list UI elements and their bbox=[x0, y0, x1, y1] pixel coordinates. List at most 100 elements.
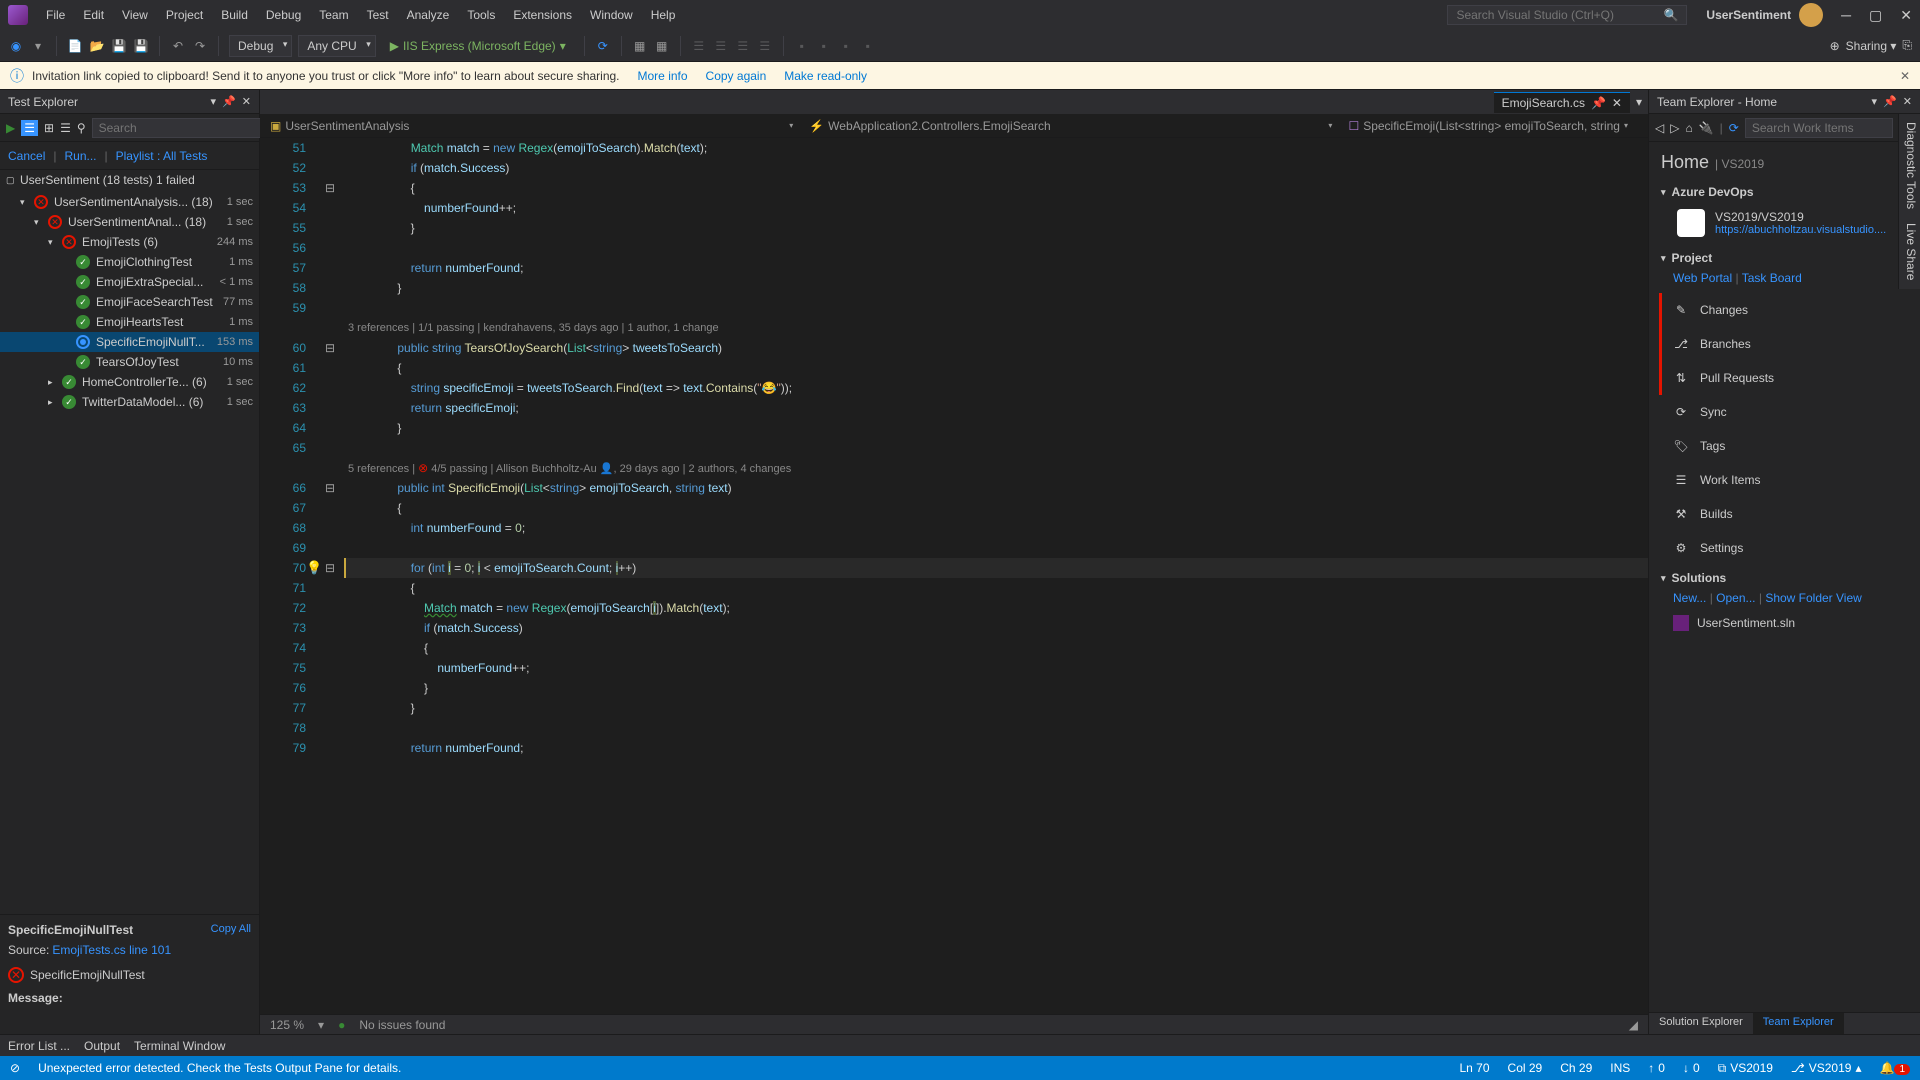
task-board-link[interactable]: Task Board bbox=[1742, 271, 1802, 285]
cancel-link[interactable]: Cancel bbox=[8, 149, 45, 163]
tree-row[interactable]: ✓TearsOfJoyTest10 ms bbox=[0, 352, 259, 372]
solution-file-item[interactable]: UserSentiment.sln bbox=[1649, 611, 1920, 635]
run-button[interactable]: ▶ IIS Express (Microsoft Edge) ▾ bbox=[382, 36, 574, 56]
crumb-member[interactable]: ☐ SpecificEmoji(List<string> emojiToSear… bbox=[1348, 119, 1638, 133]
bottom-tab-terminal[interactable]: Terminal Window bbox=[134, 1039, 225, 1053]
solutions-section[interactable]: Solutions bbox=[1649, 565, 1920, 591]
show-folder-link[interactable]: Show Folder View bbox=[1765, 591, 1862, 605]
action-changes[interactable]: ✎Changes bbox=[1659, 293, 1910, 327]
tree-row[interactable]: ▾✕UserSentimentAnalysis... (18)1 sec bbox=[0, 192, 259, 212]
web-portal-link[interactable]: Web Portal bbox=[1673, 271, 1732, 285]
action-builds[interactable]: ⚒Builds bbox=[1659, 497, 1910, 531]
panel-pin-icon[interactable]: 📌 bbox=[222, 95, 236, 108]
te-refresh-icon[interactable]: ⟳ bbox=[1729, 121, 1739, 135]
quick-search-input[interactable] bbox=[1447, 5, 1687, 25]
panel-dropdown-icon[interactable]: ▾ bbox=[211, 95, 217, 108]
nav-back-icon[interactable]: ◉ bbox=[8, 38, 24, 54]
tree-row[interactable]: ✓EmojiClothingTest1 ms bbox=[0, 252, 259, 272]
redo-icon[interactable]: ↷ bbox=[192, 38, 208, 54]
tab-solution-explorer[interactable]: Solution Explorer bbox=[1649, 1013, 1753, 1034]
te-dropdown-icon[interactable]: ▾ bbox=[1872, 95, 1878, 108]
menu-build[interactable]: Build bbox=[213, 4, 256, 26]
menu-extensions[interactable]: Extensions bbox=[505, 4, 580, 26]
tree-row[interactable]: ✓EmojiFaceSearchTest77 ms bbox=[0, 292, 259, 312]
run-link[interactable]: Run... bbox=[64, 149, 96, 163]
action-work-items[interactable]: ☰Work Items bbox=[1659, 463, 1910, 497]
make-readonly-link[interactable]: Make read-only bbox=[784, 69, 867, 83]
group-by-icon[interactable]: ☰ bbox=[21, 120, 38, 136]
toolbar-icon-2[interactable]: ▦ bbox=[654, 38, 670, 54]
run-all-icon[interactable]: ▶ bbox=[6, 121, 15, 135]
open-file-icon[interactable]: 📂 bbox=[89, 38, 105, 54]
menu-edit[interactable]: Edit bbox=[75, 4, 112, 26]
maximize-button[interactable]: ▢ bbox=[1869, 7, 1882, 24]
source-link[interactable]: EmojiTests.cs line 101 bbox=[52, 943, 171, 957]
open-solution-link[interactable]: Open... bbox=[1716, 591, 1755, 605]
menu-tools[interactable]: Tools bbox=[459, 4, 503, 26]
menu-debug[interactable]: Debug bbox=[258, 4, 309, 26]
tree-row[interactable]: ▾✕EmojiTests (6)244 ms bbox=[0, 232, 259, 252]
action-tags[interactable]: 🏷Tags bbox=[1659, 429, 1910, 463]
menu-test[interactable]: Test bbox=[359, 4, 397, 26]
user-avatar[interactable] bbox=[1799, 3, 1823, 27]
copy-again-link[interactable]: Copy again bbox=[706, 69, 767, 83]
playlist-link[interactable]: Playlist : All Tests bbox=[116, 149, 208, 163]
tab-team-explorer[interactable]: Team Explorer bbox=[1753, 1013, 1844, 1034]
toolbar-icon-a[interactable]: ⊞ bbox=[44, 121, 54, 135]
status-branch[interactable]: ⎇ VS2019 ▴ bbox=[1791, 1061, 1862, 1075]
side-tab-diagnostic[interactable]: Diagnostic Tools bbox=[1901, 122, 1918, 209]
te-close-icon[interactable]: ✕ bbox=[1903, 95, 1912, 108]
close-button[interactable]: ✕ bbox=[1900, 7, 1912, 24]
toolbar-icon-b[interactable]: ☰ bbox=[60, 121, 71, 135]
bottom-tab-errorlist[interactable]: Error List ... bbox=[8, 1039, 70, 1053]
azure-devops-section[interactable]: Azure DevOps bbox=[1649, 179, 1920, 205]
tree-row[interactable]: SpecificEmojiNullT...153 ms bbox=[0, 332, 259, 352]
platform-dropdown[interactable]: Any CPU bbox=[298, 35, 375, 57]
tree-row[interactable]: ✓EmojiExtraSpecial...< 1 ms bbox=[0, 272, 259, 292]
action-settings[interactable]: ⚙Settings bbox=[1659, 531, 1910, 565]
te-home-icon[interactable]: ⌂ bbox=[1685, 121, 1692, 135]
status-notif[interactable]: 🔔1 bbox=[1879, 1061, 1910, 1075]
panel-close-icon[interactable]: ✕ bbox=[242, 95, 251, 108]
live-share-icon[interactable]: ⎘ bbox=[1902, 38, 1912, 53]
tree-row[interactable]: ✓EmojiHeartsTest1 ms bbox=[0, 312, 259, 332]
menu-analyze[interactable]: Analyze bbox=[399, 4, 458, 26]
action-branches[interactable]: ⎇Branches bbox=[1659, 327, 1910, 361]
save-all-icon[interactable]: 💾 bbox=[133, 38, 149, 54]
project-section[interactable]: Project bbox=[1649, 245, 1920, 271]
crumb-namespace[interactable]: ⚡ WebApplication2.Controllers.EmojiSearc… bbox=[809, 119, 1342, 133]
status-push[interactable]: ↑ 0 bbox=[1648, 1061, 1665, 1075]
tab-overflow-icon[interactable]: ▾ bbox=[1630, 95, 1648, 109]
tree-row[interactable]: ▾✕UserSentimentAnal... (18)1 sec bbox=[0, 212, 259, 232]
side-tab-liveshare[interactable]: Live Share bbox=[1901, 223, 1918, 280]
new-solution-link[interactable]: New... bbox=[1673, 591, 1706, 605]
undo-icon[interactable]: ↶ bbox=[170, 38, 186, 54]
minimize-button[interactable]: ─ bbox=[1841, 7, 1851, 24]
menu-help[interactable]: Help bbox=[643, 4, 684, 26]
te-plug-icon[interactable]: 🔌 bbox=[1699, 121, 1714, 135]
save-icon[interactable]: 💾 bbox=[111, 38, 127, 54]
menu-window[interactable]: Window bbox=[582, 4, 641, 26]
menu-project[interactable]: Project bbox=[158, 4, 211, 26]
bottom-tab-output[interactable]: Output bbox=[84, 1039, 120, 1053]
copy-all-link[interactable]: Copy All bbox=[211, 923, 251, 937]
te-back-icon[interactable]: ◁ bbox=[1655, 121, 1664, 135]
more-info-link[interactable]: More info bbox=[638, 69, 688, 83]
menu-team[interactable]: Team bbox=[311, 4, 356, 26]
zoom-level[interactable]: 125 % bbox=[270, 1018, 304, 1032]
devops-url[interactable]: https://abuchholtzau.visualstudio.... bbox=[1715, 224, 1886, 236]
status-repo[interactable]: ⧉ VS2019 bbox=[1718, 1061, 1773, 1076]
notification-close[interactable]: ✕ bbox=[1900, 69, 1910, 83]
work-items-search[interactable] bbox=[1745, 118, 1893, 138]
test-root[interactable]: ▢ UserSentiment (18 tests) 1 failed bbox=[0, 170, 259, 190]
tab-close-icon[interactable]: ✕ bbox=[1612, 96, 1622, 110]
config-dropdown[interactable]: Debug bbox=[229, 35, 292, 57]
sharing-dropdown[interactable]: Sharing ▾ bbox=[1846, 39, 1897, 53]
menu-file[interactable]: File bbox=[38, 4, 73, 26]
crumb-project[interactable]: ▣ UserSentimentAnalysis bbox=[270, 119, 803, 133]
te-pin-icon[interactable]: 📌 bbox=[1883, 95, 1897, 108]
tree-row[interactable]: ▸✓HomeControllerTe... (6)1 sec bbox=[0, 372, 259, 392]
tab-pin-icon[interactable]: 📌 bbox=[1591, 96, 1606, 110]
menu-view[interactable]: View bbox=[114, 4, 156, 26]
action-pull-requests[interactable]: ⇅Pull Requests bbox=[1659, 361, 1910, 395]
